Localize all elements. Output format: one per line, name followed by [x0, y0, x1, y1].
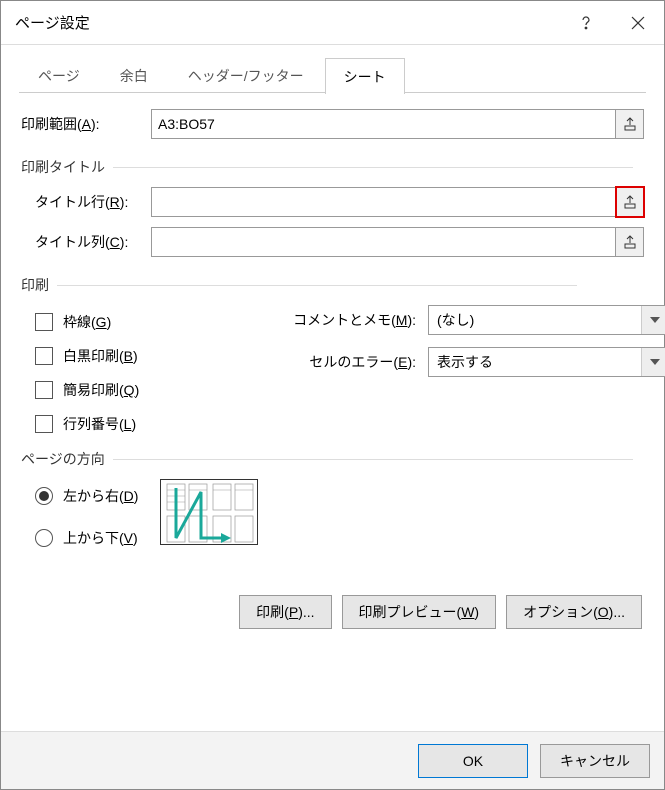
tab-sheet[interactable]: シート: [325, 58, 405, 94]
titlebar: ページ設定: [1, 1, 664, 45]
collapse-icon: [624, 235, 636, 249]
collapse-icon: [624, 117, 636, 131]
help-icon: [579, 16, 593, 30]
collapse-icon: [624, 195, 636, 209]
tab-margins[interactable]: 余白: [101, 57, 167, 93]
print-area-label: 印刷範囲(A):: [21, 114, 151, 134]
print-group: 印刷: [21, 275, 49, 295]
title-cols-range-button[interactable]: [616, 227, 644, 257]
ok-button[interactable]: OK: [418, 744, 528, 778]
close-icon: [631, 16, 645, 30]
title-rows-input[interactable]: [151, 187, 616, 217]
title-cols-input[interactable]: [151, 227, 616, 257]
tabs: ページ 余白 ヘッダー/フッター シート: [19, 57, 646, 93]
chevron-down-icon: [641, 348, 665, 376]
comments-row: コメントとメモ(M): (なし): [273, 305, 665, 335]
page-order-preview-icon: [160, 479, 258, 545]
title-rows-label: タイトル行(R):: [21, 192, 151, 212]
comments-label: コメントとメモ(M):: [273, 310, 428, 330]
radio-icon: [35, 529, 53, 547]
checkbox-icon: [35, 381, 53, 399]
tab-page[interactable]: ページ: [19, 57, 99, 93]
options-button[interactable]: オプション(O)...: [506, 595, 642, 629]
title-cols-label: タイトル列(C):: [21, 232, 151, 252]
print-button[interactable]: 印刷(P)...: [239, 595, 331, 629]
close-button[interactable]: [612, 1, 664, 45]
panel-sheet: 印刷範囲(A): 印刷タイトル タイトル行(R): タイトル列(C): 印刷 枠: [19, 93, 646, 731]
title-rows-row: タイトル行(R):: [21, 187, 644, 217]
content: ページ 余白 ヘッダー/フッター シート 印刷範囲(A): 印刷タイトル タイト…: [1, 45, 664, 731]
preview-button[interactable]: 印刷プレビュー(W): [342, 595, 497, 629]
comments-select[interactable]: (なし): [428, 305, 665, 335]
ttb-radio[interactable]: 上から下(V): [35, 521, 138, 555]
checkbox-icon: [35, 347, 53, 365]
print-titles-group: 印刷タイトル: [21, 157, 105, 177]
cancel-button[interactable]: キャンセル: [540, 744, 650, 778]
dialog-title: ページ設定: [15, 12, 560, 33]
order-row: 左から右(D) 上から下(V): [21, 479, 644, 555]
print-area-input[interactable]: [151, 109, 616, 139]
help-button[interactable]: [560, 1, 612, 45]
order-group: ページの方向: [21, 449, 105, 469]
tab-header-footer[interactable]: ヘッダー/フッター: [169, 57, 323, 93]
rowcol-check[interactable]: 行列番号(L): [35, 407, 644, 441]
chevron-down-icon: [641, 306, 665, 334]
checkbox-icon: [35, 415, 53, 433]
checkbox-icon: [35, 313, 53, 331]
ltr-radio[interactable]: 左から右(D): [35, 479, 138, 513]
print-area-range-button[interactable]: [616, 109, 644, 139]
radio-icon: [35, 487, 53, 505]
title-rows-range-button[interactable]: [616, 187, 644, 217]
errors-label: セルのエラー(E):: [273, 352, 428, 372]
errors-select[interactable]: 表示する: [428, 347, 665, 377]
title-cols-row: タイトル列(C):: [21, 227, 644, 257]
actions: 印刷(P)... 印刷プレビュー(W) オプション(O)...: [21, 595, 644, 629]
print-area-row: 印刷範囲(A):: [21, 109, 644, 139]
errors-row: セルのエラー(E): 表示する: [273, 347, 665, 377]
footer: OK キャンセル: [1, 731, 664, 789]
